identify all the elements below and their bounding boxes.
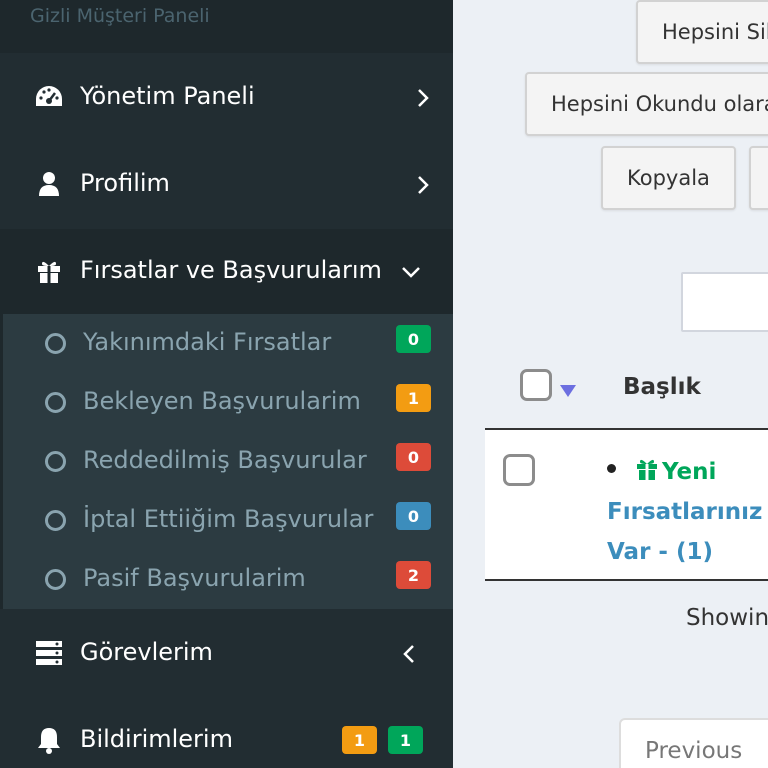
- sort-down-icon[interactable]: [560, 385, 576, 397]
- search-input[interactable]: [681, 272, 768, 332]
- server-icon: [34, 638, 64, 668]
- previous-button[interactable]: Previous: [619, 718, 768, 768]
- sidebar: Gizli Müşteri Paneli Yönetim Paneli Prof…: [0, 0, 453, 768]
- pagination-info: Showing: [686, 605, 768, 631]
- submenu-item-passive[interactable]: Pasif Başvurularim 2: [3, 550, 453, 609]
- copy-button[interactable]: Kopyala: [601, 146, 736, 210]
- count-badge: 1: [396, 384, 431, 412]
- sidebar-item-dashboard[interactable]: Yönetim Paneli: [0, 53, 453, 141]
- sidebar-item-label: Profilim: [80, 169, 170, 197]
- circle-icon: [45, 451, 66, 472]
- sidebar-item-tasks[interactable]: Görevlerim: [0, 609, 453, 697]
- sidebar-item-label: Yönetim Paneli: [80, 82, 255, 110]
- link-line-2: Fırsatlarınız: [607, 499, 763, 525]
- link-line-1: Yeni: [662, 459, 717, 485]
- dashboard-icon: [34, 82, 64, 112]
- table-header: Başlık: [485, 340, 768, 428]
- sidebar-brand: Gizli Müşteri Paneli: [0, 0, 453, 53]
- row-checkbox[interactable]: [503, 454, 535, 486]
- main-content: Hepsini Sil Hepsini Okundu olarak Kopyal…: [453, 0, 768, 768]
- notification-badge: 1: [342, 726, 377, 754]
- export-button[interactable]: [749, 146, 768, 210]
- sidebar-item-label: Görevlerim: [80, 638, 213, 666]
- submenu-item-label: Bekleyen Başvurularim: [83, 387, 361, 415]
- column-header-title[interactable]: Başlık: [623, 374, 701, 400]
- delete-all-button[interactable]: Hepsini Sil: [636, 0, 768, 64]
- mark-all-read-button[interactable]: Hepsini Okundu olarak: [525, 72, 768, 136]
- circle-icon: [45, 333, 66, 354]
- chevron-right-icon: [411, 173, 435, 197]
- submenu-opportunities: Yakınımdaki Fırsatlar 0 Bekleyen Başvuru…: [0, 314, 453, 609]
- sidebar-item-label: Bildirimlerim: [80, 725, 233, 753]
- submenu-item-pending[interactable]: Bekleyen Başvurularim 1: [3, 373, 453, 432]
- bell-icon: [34, 725, 64, 755]
- select-all-checkbox[interactable]: [520, 369, 552, 401]
- gift-icon: [34, 256, 64, 286]
- submenu-item-cancelled[interactable]: İptal Ettiiğim Başvurular 0: [3, 491, 453, 550]
- circle-icon: [45, 392, 66, 413]
- sidebar-item-profile[interactable]: Profilim: [0, 141, 453, 229]
- count-badge: 0: [396, 443, 431, 471]
- sidebar-item-label: Fırsatlar ve Başvurularım: [80, 256, 382, 284]
- circle-icon: [45, 510, 66, 531]
- submenu-item-nearby[interactable]: Yakınımdaki Fırsatlar 0: [3, 314, 453, 373]
- notification-badge: 1: [388, 726, 423, 754]
- submenu-item-label: Reddedilmiş Başvurular: [83, 446, 367, 474]
- sidebar-item-notifications[interactable]: Bildirimlerim 1 1: [0, 697, 453, 768]
- chevron-right-icon: [411, 86, 435, 110]
- count-badge: 0: [396, 325, 431, 353]
- submenu-item-label: Pasif Başvurularim: [83, 564, 306, 592]
- user-icon: [34, 169, 64, 199]
- count-badge: 2: [396, 561, 431, 589]
- count-badge: 0: [396, 502, 431, 530]
- submenu-item-label: İptal Ettiiğim Başvurular: [83, 505, 374, 533]
- submenu-item-label: Yakınımdaki Fırsatlar: [83, 328, 332, 356]
- brand-title: Gizli Müşteri Paneli: [30, 5, 210, 27]
- circle-icon: [45, 569, 66, 590]
- sidebar-item-opportunities[interactable]: Fırsatlar ve Başvurularım: [0, 229, 453, 314]
- notification-link[interactable]: Yeni Fırsatlarınız Var - (1): [607, 452, 768, 572]
- submenu-item-rejected[interactable]: Reddedilmiş Başvurular 0: [3, 432, 453, 491]
- table-row[interactable]: Yeni Fırsatlarınız Var - (1): [485, 428, 768, 581]
- chevron-left-icon: [397, 642, 421, 666]
- chevron-down-icon: [399, 260, 423, 284]
- link-line-3: Var - (1): [607, 539, 713, 565]
